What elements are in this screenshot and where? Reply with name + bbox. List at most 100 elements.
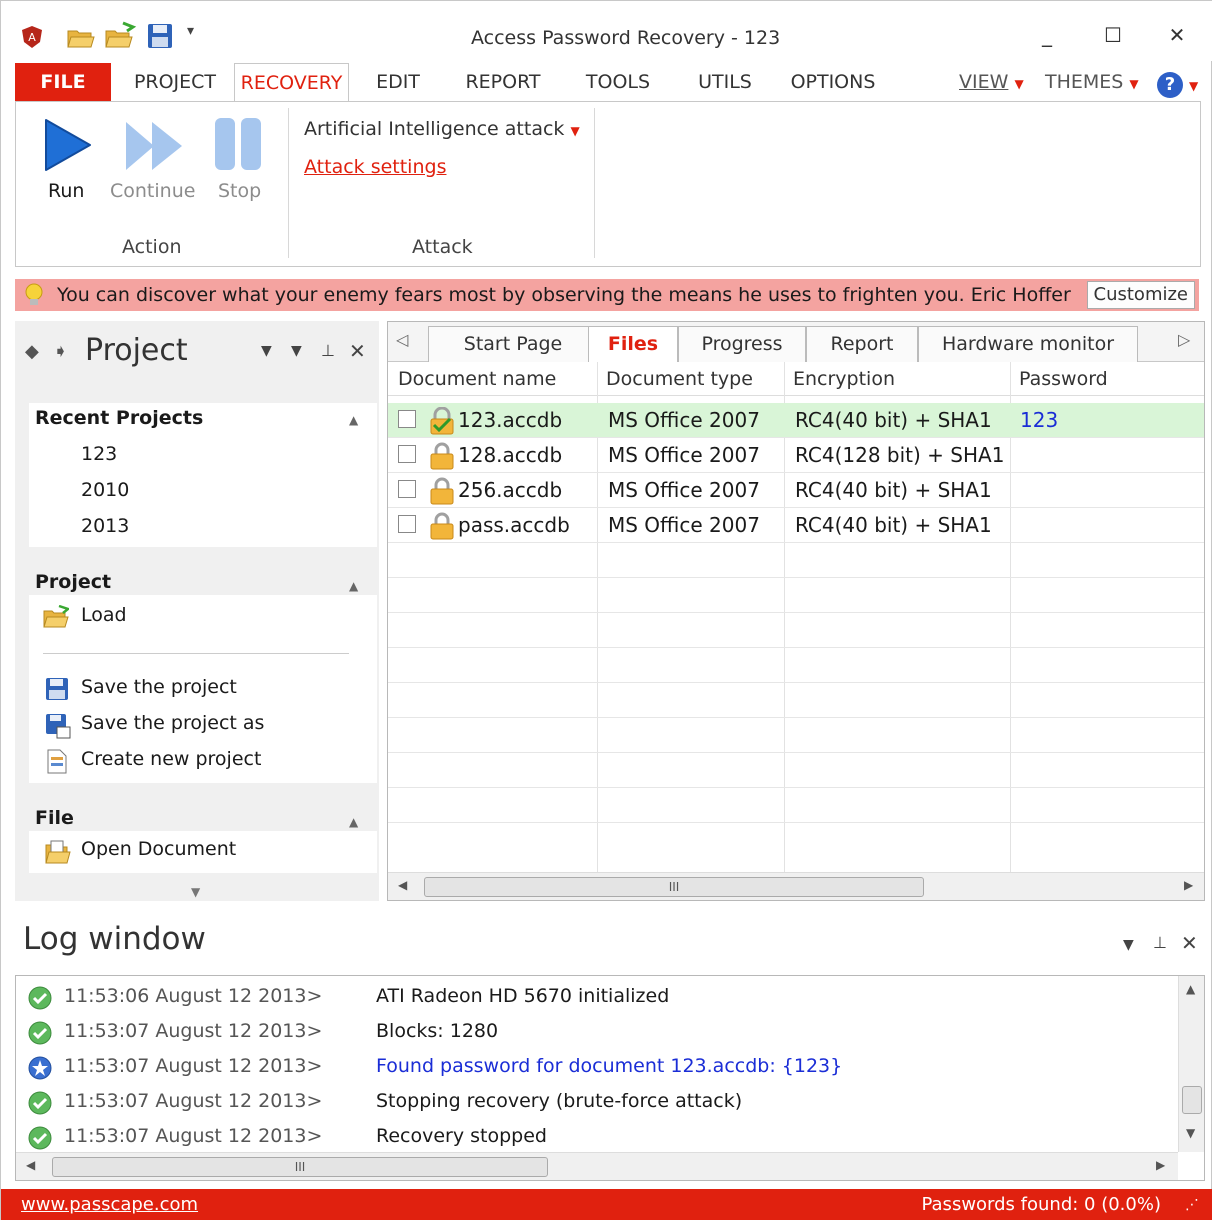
tab-recovery[interactable]: RECOVERY [234, 63, 349, 101]
tab-file[interactable]: FILE [15, 63, 111, 101]
scroll-up-icon[interactable]: ▲ [1186, 982, 1195, 996]
column-header-encryption[interactable]: Encryption [793, 368, 895, 390]
column-header-type[interactable]: Document type [606, 368, 753, 390]
column-header-name[interactable]: Document name [398, 368, 556, 390]
scrollbar-thumb[interactable]: III [424, 877, 924, 897]
table-row[interactable]: 128.accdb MS Office 2007 RC4(128 bit) + … [388, 438, 1204, 473]
recent-project-item[interactable]: 2013 [81, 515, 129, 537]
collapse-icon[interactable]: ▲ [349, 815, 358, 829]
collapse-icon[interactable]: ▲ [349, 413, 358, 427]
log-entry: 11:53:06 August 12 2013> ATI Radeon HD 5… [26, 980, 1176, 1015]
save-icon[interactable] [147, 23, 173, 49]
open-document-item[interactable]: Open Document [43, 837, 363, 867]
scrollbar-thumb[interactable] [1182, 1086, 1202, 1114]
tab-tools[interactable]: TOOLS [571, 63, 665, 101]
project-panel: ◆ ➧ Project ▼ ▼ ⊥ ✕ Recent Projects ▲ 12… [15, 321, 379, 901]
pause-icon [215, 118, 261, 170]
scrollbar-thumb[interactable]: III [52, 1157, 548, 1177]
tab-project[interactable]: PROJECT [125, 63, 225, 101]
collapse-icon[interactable]: ▲ [349, 579, 358, 593]
empty-row [388, 543, 1204, 578]
run-button[interactable]: Run [42, 116, 94, 216]
save-project-item[interactable]: Save the project [43, 675, 363, 705]
table-row[interactable]: pass.accdb MS Office 2007 RC4(40 bit) + … [388, 508, 1204, 543]
tab-options[interactable]: OPTIONS [783, 63, 883, 101]
tabs-left-arrow-icon[interactable]: ◁ [396, 330, 408, 349]
log-close-icon[interactable]: ✕ [1181, 931, 1198, 955]
view-menu[interactable]: VIEW ▼ [959, 63, 1024, 101]
save-project-as-item[interactable]: Save the project as [43, 711, 363, 741]
resize-grip-icon[interactable]: ⋰ [1185, 1197, 1199, 1213]
help-button[interactable]: ? ▼ [1157, 65, 1198, 103]
locked-file-icon [430, 442, 454, 470]
unlocked-file-icon [430, 407, 454, 435]
quick-access-dropdown-icon[interactable]: ▾ [187, 23, 194, 39]
log-vertical-scrollbar[interactable]: ▲ ▼ [1178, 976, 1204, 1152]
minimize-button[interactable]: _ [1027, 23, 1067, 47]
log-time: 11:53:07 August 12 2013> [64, 1090, 323, 1112]
row-checkbox[interactable] [398, 445, 416, 463]
tabs-right-arrow-icon[interactable]: ▷ [1178, 330, 1190, 349]
tab-progress[interactable]: Progress [678, 326, 806, 362]
run-label: Run [48, 180, 85, 202]
close-button[interactable]: ✕ [1157, 23, 1197, 47]
open-recent-icon[interactable] [105, 21, 137, 49]
panel-menu-icon[interactable]: ▼ [291, 343, 302, 359]
column-header-password[interactable]: Password [1019, 368, 1108, 390]
stop-label: Stop [218, 180, 262, 202]
document-type: MS Office 2007 [608, 478, 760, 502]
themes-label: THEMES [1045, 71, 1124, 93]
document-type: MS Office 2007 [608, 443, 760, 467]
scroll-left-icon[interactable]: ◀ [398, 878, 407, 892]
log-pin-icon[interactable]: ⊥ [1153, 933, 1167, 952]
load-folder-icon [43, 605, 69, 628]
star-badge-icon [28, 1056, 52, 1080]
create-project-label: Create new project [81, 748, 262, 770]
load-item[interactable]: Load [43, 603, 363, 633]
tab-hardware-monitor[interactable]: Hardware monitor [918, 326, 1138, 362]
scroll-right-icon[interactable]: ▶ [1184, 878, 1193, 892]
recent-project-item[interactable]: 2010 [81, 479, 129, 501]
row-checkbox[interactable] [398, 480, 416, 498]
table-row[interactable]: 123.accdb MS Office 2007 RC4(40 bit) + S… [388, 403, 1204, 438]
attack-type-dropdown[interactable]: Artificial Intelligence attack ▼ [304, 118, 580, 140]
recent-project-item[interactable]: 123 [81, 443, 117, 465]
table-row[interactable]: 256.accdb MS Office 2007 RC4(40 bit) + S… [388, 473, 1204, 508]
tab-report[interactable]: Report [806, 326, 918, 362]
attack-group-label: Attack [412, 236, 473, 258]
scroll-down-icon[interactable]: ▼ [1186, 1126, 1195, 1140]
attack-type-chevron-icon: ▼ [570, 124, 580, 138]
tab-report[interactable]: REPORT [453, 63, 553, 101]
ribbon-tabs: FILE PROJECT RECOVERY EDIT REPORT TOOLS … [1, 63, 1212, 101]
panel-close-icon[interactable]: ✕ [349, 339, 366, 363]
create-project-item[interactable]: Create new project [43, 747, 363, 777]
maximize-button[interactable]: ☐ [1093, 23, 1133, 47]
themes-menu[interactable]: THEMES ▼ [1045, 63, 1139, 101]
log-dropdown-icon[interactable]: ▼ [1123, 937, 1134, 953]
scroll-right-icon[interactable]: ▶ [1156, 1158, 1165, 1172]
horizontal-scrollbar[interactable]: ◀ III ▶ [388, 872, 1204, 900]
tab-start-page[interactable]: Start Page [428, 326, 598, 362]
website-link[interactable]: www.passcape.com [21, 1194, 198, 1215]
open-document-label: Open Document [81, 838, 237, 860]
row-checkbox[interactable] [398, 410, 416, 428]
app-window: A ▾ Access Password Recovery - 123 _ ☐ ✕… [0, 0, 1212, 1220]
log-horizontal-scrollbar[interactable]: ◀ III ▶ [16, 1152, 1178, 1180]
log-entry: 11:53:07 August 12 2013> Blocks: 1280 [26, 1015, 1176, 1050]
scroll-left-icon[interactable]: ◀ [26, 1158, 35, 1172]
tab-files[interactable]: Files [588, 326, 678, 362]
customize-button[interactable]: Customize [1086, 281, 1195, 309]
open-folder-icon[interactable] [67, 25, 95, 49]
forward-arrow-icon[interactable]: ➧ [53, 341, 68, 362]
success-check-icon [28, 986, 52, 1010]
panel-dropdown-icon[interactable]: ▼ [261, 343, 272, 359]
tab-edit[interactable]: EDIT [363, 63, 433, 101]
tab-utils[interactable]: UTILS [685, 63, 765, 101]
document-name: 256.accdb [458, 478, 563, 502]
back-arrow-icon[interactable]: ◆ [25, 341, 39, 362]
pin-icon[interactable]: ⊥ [321, 341, 335, 360]
scroll-down-icon[interactable]: ▼ [191, 885, 200, 899]
row-checkbox[interactable] [398, 515, 416, 533]
tip-text: You can discover what your enemy fears m… [57, 284, 1071, 306]
attack-settings-link[interactable]: Attack settings [304, 156, 446, 178]
